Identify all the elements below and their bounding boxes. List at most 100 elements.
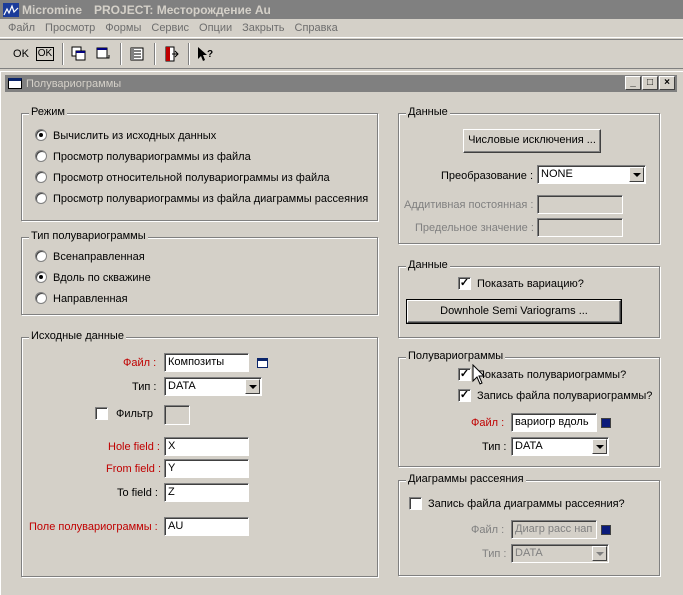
toolbar-separator [62,43,64,65]
type-radio-downhole[interactable] [35,271,47,283]
input-file-label: Файл : [123,357,157,369]
chevron-down-icon[interactable] [629,167,644,182]
dialog-title: Полувариограммы [26,77,122,90]
svg-text:?: ? [207,49,213,60]
input-file-field[interactable]: Композиты [164,353,249,372]
write-variogram-file-checkbox[interactable]: ✓ [458,389,471,402]
type-radio-directional[interactable] [35,292,47,304]
minimize-button[interactable]: _ [625,76,641,90]
hole-field-input[interactable]: X [164,437,249,456]
scatter-type-label: Тип : [482,548,507,560]
menu-view[interactable]: Просмотр [40,22,100,34]
to-field-input[interactable]: Z [164,483,249,502]
numeric-exclusions-button[interactable]: Числовые исключения ... [463,129,601,153]
menu-service[interactable]: Сервис [146,22,194,34]
exit-icon[interactable] [160,43,182,65]
toolbar: OK OK ? [0,39,683,69]
scatter-file-label: Файл : [471,524,505,536]
app-name: Micromine [22,2,83,17]
variogram-type-title: Тип полувариограммы [29,230,148,243]
transform-select[interactable]: NONE [537,165,646,184]
variogram-field-label: Поле полувариограммы : [29,521,158,533]
mode-radio-compute[interactable] [35,129,47,141]
to-field-label: To field : [117,487,158,499]
chevron-down-icon [592,546,607,561]
mode-label-view-file: Просмотр полувариограммы из файла [53,151,251,163]
from-field-input[interactable]: Y [164,459,249,478]
chevron-down-icon[interactable] [592,439,607,454]
menu-close[interactable]: Закрыть [237,22,289,34]
toolbar-separator [188,43,190,65]
show-variation-checkbox[interactable]: ✓ [458,277,471,290]
variograms-group-title: Полувариограммы [406,350,506,363]
menubar: Файл Просмотр Формы Сервис Опции Закрыть… [0,19,683,38]
downhole-semi-variograms-button[interactable]: Downhole Semi Variograms ... [406,299,622,324]
maximize-button[interactable]: □ [642,76,658,90]
mode-label-view-relative: Просмотр относительной полувариограммы и… [53,172,330,184]
color-swatch[interactable] [601,418,611,428]
mode-group-title: Режим [29,106,67,119]
write-scatter-file-checkbox[interactable] [409,497,422,510]
filter-label: Фильтр [116,408,153,420]
scatter-group-title: Диаграммы рассеяния [406,473,526,486]
from-field-label: From field : [106,463,162,475]
mode-radio-view-file[interactable] [35,150,47,162]
input-type-label: Тип : [132,381,157,393]
mouse-cursor-icon [472,364,486,385]
menu-file[interactable]: Файл [3,22,40,34]
input-type-select[interactable]: DATA [164,377,262,396]
transform-value: NONE [541,168,573,180]
write-variogram-file-label: Запись файла полувариограммы? [477,390,653,402]
filter-checkbox[interactable] [95,407,108,420]
additive-const-label: Аддитивная постоянная : [404,199,534,211]
mode-radio-view-relative[interactable] [35,171,47,183]
project-title: PROJECT: Месторождение Au [94,2,271,17]
type-label-directional: Направленная [53,293,128,305]
additive-const-field [537,195,623,214]
mode-label-view-scatter: Просмотр полувариограммы из файла диагра… [53,193,369,205]
scatter-type-value: DATA [515,547,543,559]
menu-help[interactable]: Справка [290,22,343,34]
hole-field-label: Hole field : [108,441,160,453]
micromine-logo-icon [3,2,19,17]
close-button[interactable]: × [659,76,675,90]
form-list-icon[interactable] [126,43,148,65]
chevron-down-icon[interactable] [245,379,260,394]
form-export-icon[interactable] [92,43,114,65]
show-variation-label: Показать вариацию? [477,278,584,290]
mode-label-compute: Вычислить из исходных данных [53,130,217,142]
scatter-file-field: Диагр расс нап [511,520,597,539]
type-label-omni: Всенаправленная [53,251,145,263]
type-radio-omni[interactable] [35,250,47,262]
scatter-type-select: DATA [511,544,609,563]
variogram-type-label: Тип : [482,441,507,453]
copy-forms-icon[interactable] [68,43,90,65]
limit-value-label: Предельное значение : [415,222,534,234]
write-scatter-file-label: Запись файла диаграммы рассеяния? [428,498,625,510]
variogram-type-select[interactable]: DATA [511,437,609,456]
context-help-icon[interactable]: ? [194,43,216,65]
variogram-field-input[interactable]: AU [164,517,249,536]
mode-radio-view-scatter[interactable] [35,192,47,204]
input-type-value: DATA [168,380,196,392]
input-data-title: Исходные данные [29,330,126,343]
show-variograms-checkbox[interactable]: ✓ [458,368,471,381]
app-titlebar: Micromine PROJECT: Месторождение Au [0,0,683,19]
filter-field [164,405,190,425]
toolbar-separator [154,43,156,65]
toolbar-separator [120,43,122,65]
variogram-file-field[interactable]: вариогр вдоль [511,413,597,432]
show-variograms-label: Показать полувариограммы? [477,369,627,381]
type-label-downhole: Вдоль по скважине [53,272,151,284]
dialog-titlebar: Полувариограммы _ □ × [5,75,677,92]
browse-file-icon[interactable] [257,358,268,368]
ok-boxed-button[interactable]: OK [34,43,56,65]
menu-forms[interactable]: Формы [100,22,146,34]
ok-button[interactable]: OK [10,43,32,65]
data-group-2-title: Данные [406,259,450,272]
menu-options[interactable]: Опции [194,22,237,34]
transform-label: Преобразование : [441,170,533,182]
data-group-title: Данные [406,106,450,119]
variogram-type-value: DATA [515,440,543,452]
color-swatch [601,525,611,535]
